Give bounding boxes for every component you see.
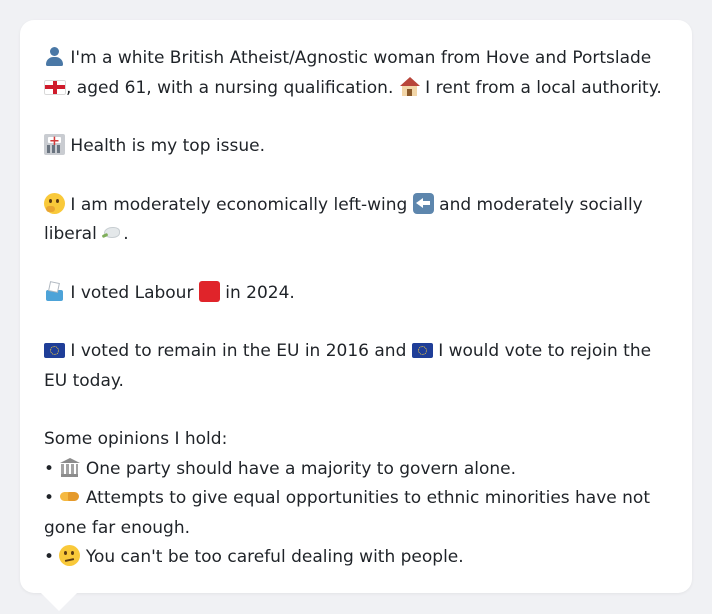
- person-icon: [44, 46, 65, 67]
- top-issue-text: Health is my top issue.: [70, 136, 265, 156]
- ideology-end-text: .: [123, 224, 129, 244]
- handshake-icon: [59, 486, 80, 507]
- vote-year-text: in 2024.: [225, 282, 295, 303]
- housing-text: I rent from a local authority.: [425, 77, 662, 98]
- vote-paragraph: I voted Labour in 2024.: [44, 279, 674, 309]
- bullet: •: [44, 547, 55, 567]
- vote-text: I voted Labour: [70, 282, 194, 303]
- intro-age-text: , aged 61, with a nursing qualification.: [66, 77, 394, 98]
- bullet: •: [44, 488, 55, 508]
- england-flag-icon: [44, 79, 66, 95]
- classical-building-icon: [59, 457, 81, 478]
- opinion-text: One party should have a majority to gove…: [85, 458, 517, 479]
- speech-bubble-tail: [40, 592, 78, 611]
- hmm-face-icon: [59, 545, 81, 566]
- bullet: •: [44, 458, 55, 479]
- persona-message-card: I'm a white British Atheist/Agnostic wom…: [20, 20, 692, 593]
- intro-text: I'm a white British Atheist/Agnostic wom…: [70, 48, 652, 68]
- eu-flag-icon: [44, 343, 65, 358]
- house-icon: [399, 76, 420, 97]
- ideology-paragraph: I am moderately economically left-wing a…: [44, 191, 674, 250]
- red-square-icon: [198, 280, 220, 302]
- left-arrow-icon: [412, 192, 434, 214]
- top-issue-paragraph: Health is my top issue.: [44, 127, 674, 162]
- ideology-economic-text: I am moderately economically left-wing: [70, 194, 408, 215]
- eu-paragraph: I voted to remain in the EU in 2016 and …: [44, 337, 674, 396]
- eu-flag-icon: [411, 343, 433, 358]
- intro-paragraph: I'm a white British Atheist/Agnostic wom…: [44, 44, 674, 103]
- thinking-face-icon: [44, 192, 65, 214]
- hospital-icon: [44, 127, 65, 157]
- opinion-item: • Attempts to give equal opportunities t…: [44, 484, 674, 543]
- opinion-item: • You can't be too careful dealing with …: [44, 543, 674, 573]
- opinion-text: You can't be too careful dealing with pe…: [85, 547, 464, 567]
- opinion-item: • One party should have a majority to go…: [44, 455, 674, 485]
- dove-icon: [102, 222, 123, 243]
- eu-remain-text: I voted to remain in the EU in 2016 and: [70, 341, 407, 361]
- opinion-text: Attempts to give equal opportunities to …: [44, 488, 650, 538]
- opinions-heading: Some opinions I hold:: [44, 429, 228, 449]
- ballot-box-icon: [44, 281, 65, 302]
